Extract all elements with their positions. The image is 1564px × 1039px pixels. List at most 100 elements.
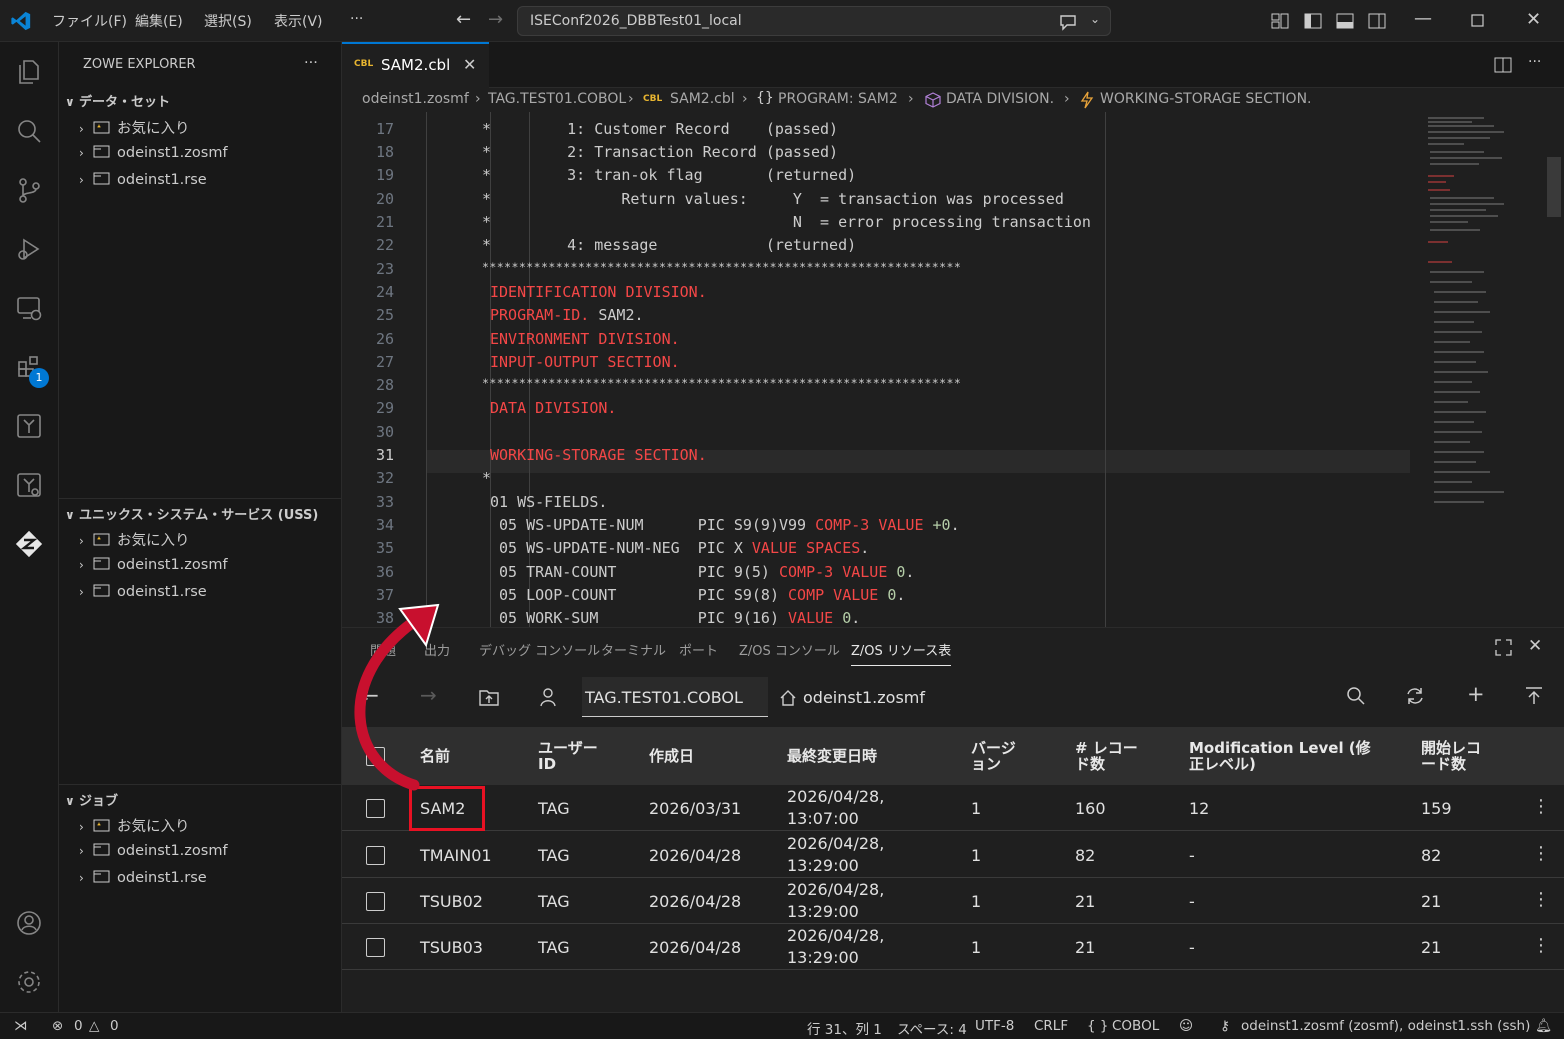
layout-customize-icon[interactable] [1270, 11, 1290, 31]
maximize-icon[interactable] [1471, 14, 1484, 27]
column-header-modified[interactable]: 最終変更日時 [787, 748, 877, 764]
search-icon[interactable] [1346, 686, 1366, 706]
minimap[interactable] [1424, 112, 1514, 512]
column-header-mod-level[interactable]: Modification Level (修 [1189, 740, 1371, 756]
toggle-sidebar-icon[interactable] [1303, 11, 1323, 31]
row-menu-icon[interactable]: ⋮ [1532, 843, 1550, 864]
section-uss-header[interactable]: ∨ ユニックス・システム・サービス (USS) [65, 504, 318, 523]
cursor-position[interactable]: 行 31、列 1 [807, 1018, 882, 1038]
source-control-icon[interactable] [12, 173, 46, 207]
split-editor-icon[interactable] [1493, 55, 1513, 75]
tree-item-profile[interactable]: › odeinst1.zosmf [79, 842, 228, 859]
language-mode[interactable]: COBOL [1112, 1018, 1159, 1034]
refresh-icon[interactable] [1405, 686, 1425, 706]
tab-debug-console[interactable]: デバッグ コンソール [479, 640, 600, 659]
menu-edit[interactable]: 編集(E) [135, 11, 183, 31]
tab-terminal[interactable]: ターミナル [601, 640, 666, 659]
menu-view[interactable]: 表示(V) [274, 11, 323, 31]
notifications-bell-icon[interactable]: 🔔︎ [1535, 1018, 1552, 1034]
row-checkbox[interactable] [366, 846, 385, 865]
indentation[interactable]: スペース: 4 [897, 1018, 967, 1038]
menu-selection[interactable]: 選択(S) [204, 11, 252, 31]
tree-item-favorites[interactable]: › お気に入り [79, 815, 190, 836]
toggle-secondary-sidebar-icon[interactable] [1367, 11, 1387, 31]
column-header-user[interactable]: ユーザー [538, 740, 598, 756]
row-checkbox[interactable] [366, 892, 385, 911]
table-row[interactable]: SAM2 TAG 2026/03/31 2026/04/28, 13:07:00… [342, 785, 1564, 831]
breadcrumb-file[interactable]: SAM2.cbl [670, 91, 735, 107]
explorer-icon[interactable] [12, 54, 46, 88]
scroll-to-top-icon[interactable] [1524, 686, 1544, 706]
cell-name[interactable]: TSUB03 [420, 938, 483, 957]
close-tab-icon[interactable]: ✕ [463, 55, 476, 74]
toggle-panel-icon[interactable] [1335, 11, 1355, 31]
column-header-start[interactable]: 開始レコ [1421, 740, 1481, 756]
zowe-tree-icon[interactable] [12, 409, 46, 443]
zowe-explorer-icon[interactable] [12, 527, 46, 561]
encoding[interactable]: UTF-8 [975, 1018, 1014, 1034]
menu-file[interactable]: ファイル(F) [52, 11, 127, 31]
warning-count[interactable]: 0 [110, 1018, 119, 1034]
error-count[interactable]: 0 [74, 1018, 83, 1034]
copilot-icon[interactable]: ☺ [1179, 1018, 1193, 1034]
column-header-records[interactable]: # レコー [1075, 740, 1138, 756]
row-menu-icon[interactable]: ⋮ [1532, 935, 1550, 956]
back-arrow-icon[interactable]: ← [456, 9, 471, 30]
editor-more-icon[interactable]: ··· [1528, 54, 1541, 70]
tab-zos-console[interactable]: Z/OS コンソール [739, 640, 840, 659]
tab-zos-resource-table[interactable]: Z/OS リソース表 [851, 640, 952, 666]
breadcrumb-division[interactable]: DATA DIVISION. [946, 91, 1054, 107]
row-checkbox[interactable] [366, 938, 385, 957]
tree-item-profile[interactable]: › odeinst1.zosmf [79, 144, 228, 161]
column-header-version[interactable]: バージ [971, 740, 1016, 756]
section-datasets-header[interactable]: ∨ データ・セット [65, 91, 170, 110]
breadcrumb-program[interactable]: PROGRAM: SAM2 [778, 91, 898, 107]
error-icon[interactable]: ⊗ [52, 1018, 63, 1034]
add-icon[interactable]: + [1467, 682, 1485, 706]
column-header-created[interactable]: 作成日 [649, 748, 694, 764]
close-panel-icon[interactable]: ✕ [1528, 636, 1542, 656]
line-ending[interactable]: CRLF [1034, 1018, 1068, 1034]
search-icon[interactable] [12, 114, 46, 148]
tree-item-profile[interactable]: › odeinst1.rse [79, 171, 207, 188]
command-center[interactable]: ISEConf2026_DBBTest01_local ⌄ [517, 6, 1111, 36]
row-checkbox[interactable] [366, 799, 385, 818]
account-icon[interactable] [12, 906, 46, 940]
user-icon[interactable] [539, 687, 557, 707]
table-row[interactable]: TSUB02 TAG 2026/04/28 2026/04/28, 13:29:… [342, 878, 1564, 924]
tree-item-profile[interactable]: › odeinst1.rse [79, 869, 207, 886]
tree-item-favorites[interactable]: › お気に入り [79, 117, 190, 138]
sidebar-more-button[interactable]: ··· [304, 55, 318, 71]
dataset-path-field[interactable]: TAG.TEST01.COBOL [582, 677, 768, 717]
row-menu-icon[interactable]: ⋮ [1532, 796, 1550, 817]
maximize-panel-icon[interactable] [1495, 639, 1512, 656]
remote-explorer-icon[interactable] [12, 291, 46, 325]
scrollbar-thumb[interactable] [1547, 157, 1561, 217]
settings-gear-icon[interactable] [12, 965, 46, 999]
remote-icon[interactable]: ⋊ [14, 1018, 28, 1034]
table-row[interactable]: TSUB03 TAG 2026/04/28 2026/04/28, 13:29:… [342, 924, 1564, 970]
tree-item-favorites[interactable]: › お気に入り [79, 529, 190, 550]
cell-name[interactable]: TMAIN01 [420, 846, 492, 865]
breadcrumb-section[interactable]: WORKING-STORAGE SECTION. [1100, 91, 1312, 107]
tree-item-profile[interactable]: › odeinst1.zosmf [79, 556, 228, 573]
folder-up-icon[interactable] [479, 688, 499, 706]
minimize-icon[interactable]: — [1414, 8, 1432, 29]
tree-item-profile[interactable]: › odeinst1.rse [79, 583, 207, 600]
section-jobs-header[interactable]: ∨ ジョブ [65, 790, 118, 809]
code-editor[interactable]: 17 18 19 20 21 22 23 24 25 26 27 28 29 3… [342, 112, 1564, 627]
zowe-tree2-icon[interactable] [12, 468, 46, 502]
row-menu-icon[interactable]: ⋮ [1532, 889, 1550, 910]
table-row[interactable]: TMAIN01 TAG 2026/04/28 2026/04/28, 13:29… [342, 832, 1564, 878]
menu-more[interactable]: ··· [350, 11, 363, 27]
forward-arrow-icon[interactable]: → [488, 9, 503, 30]
chevron-down-icon[interactable]: ⌄ [1090, 12, 1100, 26]
run-debug-icon[interactable] [12, 232, 46, 266]
close-window-icon[interactable]: ✕ [1526, 9, 1541, 30]
cell-name[interactable]: TSUB02 [420, 892, 483, 911]
tab-sam2[interactable]: CBL SAM2.cbl ✕ [342, 42, 489, 88]
copilot-chat-icon[interactable] [1058, 13, 1078, 31]
breadcrumb-dataset[interactable]: TAG.TEST01.COBOL [488, 91, 626, 107]
breadcrumb-profile[interactable]: odeinst1.zosmf [362, 91, 469, 107]
tab-ports[interactable]: ポート [679, 640, 718, 659]
